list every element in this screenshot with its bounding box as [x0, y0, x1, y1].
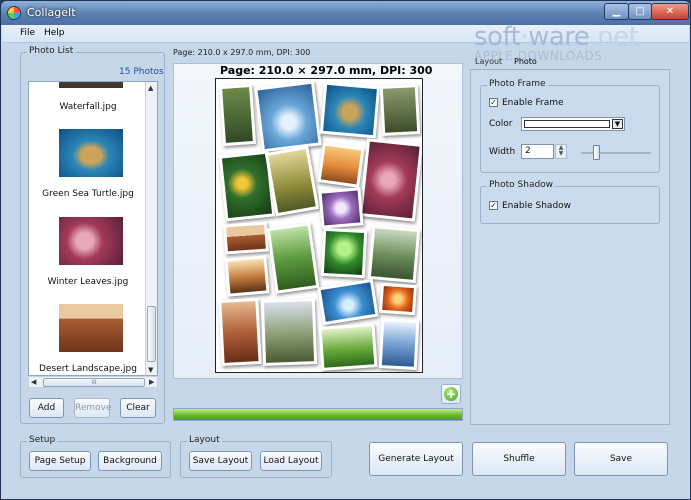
- frame-width-input[interactable]: 2: [521, 144, 554, 159]
- sea-turtle-thumbnail: [59, 129, 123, 177]
- photo-caption: Waterfall.jpg: [59, 102, 117, 112]
- collage-photo[interactable]: [318, 323, 378, 371]
- list-item[interactable]: Waterfall.jpg: [29, 82, 147, 128]
- enable-frame-label: Enable Frame: [502, 98, 564, 108]
- scroll-down-icon[interactable]: ▼: [148, 366, 153, 374]
- photo-caption: Winter Leaves.jpg: [47, 277, 129, 287]
- enable-shadow-label: Enable Shadow: [502, 201, 572, 211]
- menu-bar: File Help: [2, 25, 689, 43]
- photo-caption: Green Sea Turtle.jpg: [42, 189, 134, 199]
- collage-photo[interactable]: [320, 227, 368, 279]
- save-layout-button[interactable]: Save Layout: [189, 451, 252, 471]
- collage-photo[interactable]: [359, 138, 422, 222]
- collage-photo[interactable]: [318, 187, 364, 229]
- photo-list-scrollbar[interactable]: ▲ ▼: [145, 82, 157, 375]
- desert-landscape-thumbnail: [59, 304, 123, 352]
- collage-photo[interactable]: [317, 278, 379, 326]
- add-photo-icon[interactable]: +: [441, 384, 461, 404]
- list-item[interactable]: Winter Leaves.jpg: [29, 215, 147, 303]
- frame-width-slider[interactable]: [593, 145, 600, 160]
- remove-button[interactable]: Remove: [74, 398, 112, 418]
- generate-layout-button[interactable]: Generate Layout: [369, 442, 463, 476]
- winter-leaves-thumbnail: [59, 217, 123, 265]
- collage-photo[interactable]: [260, 298, 318, 366]
- collage-photo[interactable]: [223, 221, 269, 255]
- canvas-page-info: Page: 210.0 × 297.0 mm, DPI: 300: [220, 64, 433, 77]
- scroll-left-icon[interactable]: ◀: [31, 378, 36, 386]
- background-button[interactable]: Background: [98, 451, 162, 471]
- hscrollbar-thumb[interactable]: III: [43, 378, 145, 387]
- color-label: Color: [489, 119, 513, 129]
- setup-title: Setup: [27, 435, 58, 445]
- collage-photo[interactable]: [378, 282, 418, 316]
- scroll-right-icon[interactable]: ▶: [149, 378, 154, 386]
- scrollbar-thumb[interactable]: [147, 306, 156, 362]
- enable-frame-checkbox[interactable]: ✓: [489, 98, 498, 107]
- maximize-icon[interactable]: □: [628, 3, 652, 20]
- tab-photo[interactable]: Photo: [514, 57, 537, 66]
- frame-color-swatch: [524, 120, 610, 128]
- title-bar: CollageIt ▁ □ ✕: [1, 1, 690, 25]
- width-label: Width: [489, 147, 516, 157]
- save-button[interactable]: Save: [574, 442, 668, 476]
- photo-list-title: Photo List: [27, 46, 76, 56]
- collage-photo[interactable]: [378, 318, 420, 370]
- close-icon[interactable]: ✕: [651, 3, 689, 20]
- collage-photo[interactable]: [254, 80, 322, 153]
- minimize-icon[interactable]: ▁: [604, 3, 629, 20]
- page-setup-button[interactable]: Page Setup: [29, 451, 91, 471]
- menu-help[interactable]: Help: [44, 28, 65, 38]
- page-info: Page: 210.0 x 297.0 mm, DPI: 300: [173, 48, 311, 57]
- collage-photo[interactable]: [218, 297, 262, 367]
- shuffle-button[interactable]: Shuffle: [472, 442, 566, 476]
- layout-title: Layout: [187, 435, 222, 445]
- enable-shadow-checkbox[interactable]: ✓: [489, 201, 498, 210]
- progress-fill: [174, 409, 462, 420]
- collage-photo[interactable]: [367, 225, 421, 283]
- collage-photo[interactable]: [266, 222, 320, 294]
- window-title: CollageIt: [27, 6, 76, 19]
- photo-frame-title: Photo Frame: [487, 79, 548, 89]
- app-window: CollageIt ▁ □ ✕ File Help soft·ware.net …: [0, 0, 691, 500]
- tab-layout[interactable]: Layout: [475, 57, 502, 66]
- collage-canvas[interactable]: [173, 63, 463, 379]
- add-button[interactable]: Add: [29, 398, 64, 418]
- collage-photo[interactable]: [319, 81, 381, 139]
- list-item[interactable]: Desert Landscape.jpg: [29, 302, 147, 375]
- clear-button[interactable]: Clear: [120, 398, 156, 418]
- menu-file[interactable]: File: [20, 28, 35, 38]
- app-logo-icon: [7, 6, 21, 20]
- collage-photo[interactable]: [224, 255, 270, 297]
- frame-width-slider-track[interactable]: [581, 152, 651, 154]
- load-layout-button[interactable]: Load Layout: [260, 451, 322, 471]
- width-stepper[interactable]: ▲ ▼: [555, 144, 567, 159]
- collage-photo[interactable]: [317, 142, 365, 188]
- waterfall-thumbnail: [59, 82, 123, 88]
- collage-photo[interactable]: [218, 83, 257, 147]
- collage-photo[interactable]: [379, 84, 421, 136]
- scroll-up-icon[interactable]: ▲: [148, 84, 153, 92]
- photo-shadow-title: Photo Shadow: [487, 180, 556, 190]
- photo-list-hscrollbar[interactable]: ◀ III ▶: [28, 376, 158, 388]
- frame-color-picker[interactable]: ▼: [521, 117, 625, 131]
- photo-caption: Desert Landscape.jpg: [39, 364, 137, 374]
- list-item[interactable]: Green Sea Turtle.jpg: [29, 126, 147, 214]
- photo-count: 15 Photos: [119, 67, 164, 77]
- collage-page: [215, 78, 423, 373]
- photo-list[interactable]: Waterfall.jpg Green Sea Turtle.jpg Winte…: [28, 81, 158, 376]
- progress-bar: [173, 408, 463, 421]
- chevron-down-icon[interactable]: ▼: [612, 119, 623, 129]
